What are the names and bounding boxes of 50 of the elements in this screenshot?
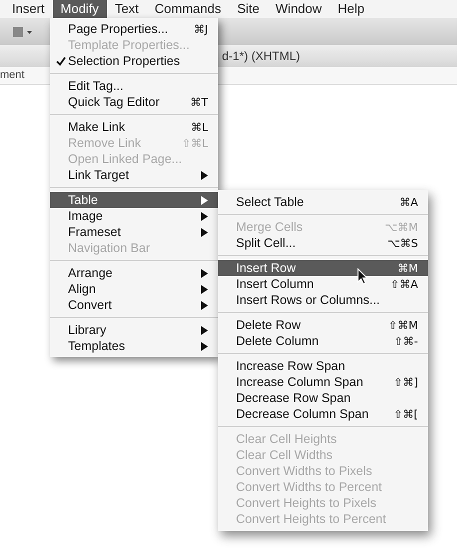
menu-item[interactable]: Link Target xyxy=(50,167,218,183)
menu-bar-item[interactable]: Insert xyxy=(4,0,53,18)
menu-item[interactable]: Align xyxy=(50,281,218,297)
menu-item[interactable]: Decrease Column Span ⇧⌘[ xyxy=(218,406,428,422)
menu-bar-item[interactable]: Window xyxy=(268,0,330,18)
menu-item[interactable]: Insert Column ⇧⌘A xyxy=(218,276,428,292)
shortcut-label: ⌘A xyxy=(399,196,418,208)
menu-bar-item[interactable]: Site xyxy=(229,0,268,18)
shortcut-label: ⇧⌘] xyxy=(393,376,418,388)
shortcut-label: ⌥⌘S xyxy=(387,238,418,248)
shortcut-label: ⌘L xyxy=(190,122,208,132)
menu-item[interactable]: Decrease Row Span xyxy=(218,390,428,406)
menu-item[interactable]: Increase Column Span ⇧⌘] xyxy=(218,374,428,390)
menu-item[interactable]: Split Cell... ⌥⌘S xyxy=(218,235,428,251)
menu-item[interactable]: Delete Column ⇧⌘- xyxy=(218,333,428,349)
shortcut-label: ⇧⌘- xyxy=(394,336,418,346)
shortcut-label: ⇧⌘A xyxy=(390,278,418,290)
menu-item[interactable]: Page Properties... ⌘J xyxy=(50,21,218,37)
mouse-pointer-icon xyxy=(357,268,368,285)
shortcut-label: ⇧⌘M xyxy=(388,320,418,330)
shortcut-label: ⇧⌘L xyxy=(182,138,208,148)
menu-bar-item[interactable]: Modify xyxy=(52,0,107,18)
menu-item[interactable]: Select Table ⌘A xyxy=(218,194,428,210)
shortcut-label: ⌘J xyxy=(194,24,208,34)
menu-bar-item[interactable]: Commands xyxy=(146,0,230,18)
menu-item[interactable]: Templates xyxy=(50,338,218,354)
toolbar-icon[interactable] xyxy=(12,24,34,38)
menu-item[interactable]: Image xyxy=(50,208,218,224)
menu-item[interactable]: Delete Row ⇧⌘M xyxy=(218,317,428,333)
menu-item[interactable]: Table xyxy=(50,192,218,208)
menu-bar-item[interactable]: Text xyxy=(106,0,147,18)
shortcut-label: ⌥⌘M xyxy=(384,222,418,232)
menu-item[interactable]: Make Link ⌘L xyxy=(50,119,218,135)
shortcut-label: ⇧⌘[ xyxy=(393,408,418,420)
menu-item[interactable]: Convert xyxy=(50,297,218,313)
shortcut-label: ⌘M xyxy=(398,262,418,274)
panel-label: ment xyxy=(0,68,24,84)
menu-item[interactable]: Library xyxy=(50,322,218,338)
menu-item[interactable]: Selection Properties xyxy=(50,53,218,69)
menu-bar-item[interactable]: Help xyxy=(330,0,373,18)
document-title: d-1*) (XHTML) xyxy=(222,48,300,65)
menu-item[interactable]: Insert Row ⌘M xyxy=(218,260,428,276)
menu-item[interactable]: Increase Row Span xyxy=(218,358,428,374)
menu-item[interactable]: Quick Tag Editor ⌘T xyxy=(50,94,218,110)
menu-item[interactable]: Insert Rows or Columns... xyxy=(218,292,428,308)
menu-item[interactable]: Frameset xyxy=(50,224,218,240)
shortcut-label: ⌘T xyxy=(190,96,208,108)
menu-item[interactable]: Edit Tag... xyxy=(50,78,218,94)
submenu-arrow-icon xyxy=(201,170,208,180)
menu-item[interactable]: Arrange xyxy=(50,265,218,281)
